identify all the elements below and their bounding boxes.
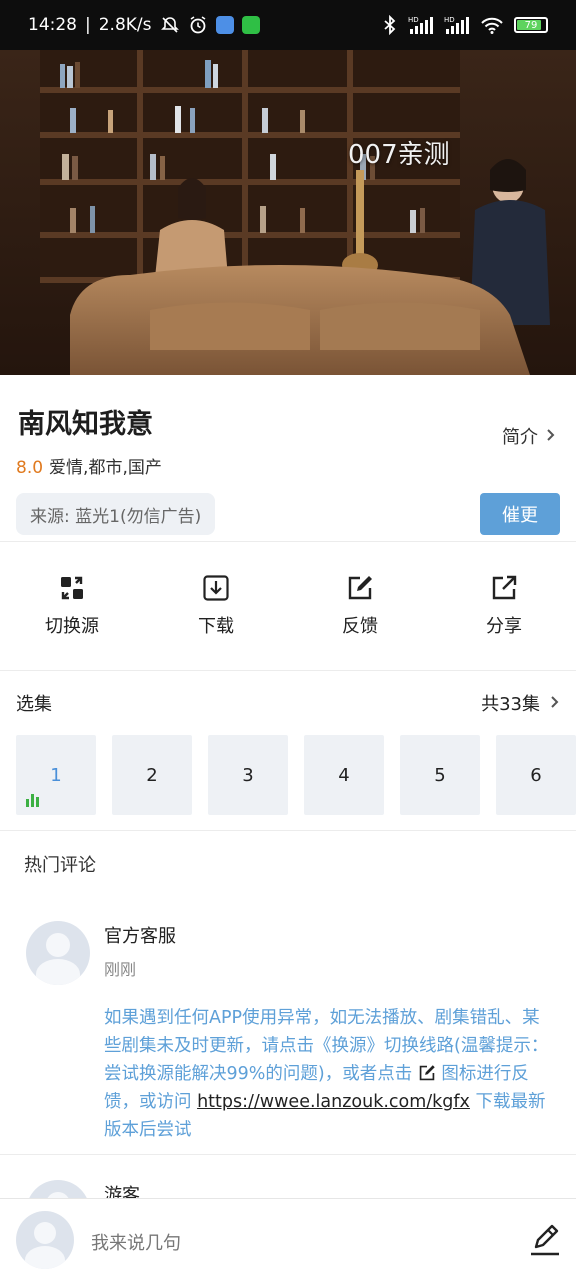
episode-button[interactable]: 2	[112, 735, 192, 815]
video-watermark: 007亲测	[348, 140, 450, 170]
comment-text: 如果遇到任何APP使用异常，如无法播放、剧集错乱、某些剧集未及时更新，请点击《换…	[104, 1004, 554, 1144]
comment-author[interactable]: 官方客服	[104, 922, 176, 948]
comment-input[interactable]: 我来说几句	[91, 1229, 181, 1255]
download-label: 下载	[198, 616, 234, 637]
episode-number: 4	[338, 764, 350, 786]
app-icon	[215, 16, 234, 34]
episodes-header: 选集 共33集	[16, 690, 560, 716]
network-speed: 2.8K/s	[98, 15, 152, 35]
video-frame	[0, 50, 576, 375]
feedback-button[interactable]: 反馈	[288, 560, 432, 660]
signal-hd-icon: HD	[444, 15, 470, 35]
comment-link[interactable]: https://wwee.lanzouk.com/kgfx	[197, 1092, 470, 1112]
divider	[0, 670, 576, 671]
episode-number: 2	[146, 764, 158, 786]
avatar-body	[36, 959, 80, 985]
source-chip[interactable]: 来源: 蓝光1(勿信广告)	[16, 493, 216, 535]
divider	[0, 1154, 576, 1155]
mute-icon	[160, 15, 180, 35]
episode-button[interactable]: 6	[496, 735, 576, 815]
comment-time: 刚刚	[104, 960, 137, 979]
status-time: 14:28	[28, 15, 77, 35]
switch-source-button[interactable]: 切换源	[0, 560, 144, 660]
avatar-head	[46, 933, 70, 957]
video-player[interactable]: 007亲测	[0, 50, 576, 375]
episode-button[interactable]: 5	[400, 735, 480, 815]
switch-source-icon	[61, 576, 83, 600]
avatar-body	[25, 1246, 65, 1269]
feedback-icon	[348, 576, 372, 600]
show-meta: 8.0 爱情,都市,国产	[16, 453, 162, 478]
comments-heading: 热门评论	[24, 855, 96, 876]
svg-text:HD: HD	[408, 16, 419, 24]
action-bar: 切换源 下载 反馈 分享	[0, 560, 576, 660]
chevron-right-icon	[546, 426, 556, 447]
switch-source-label: 切换源	[45, 616, 99, 637]
intro-label: 简介	[502, 427, 538, 448]
episode-number: 6	[530, 764, 542, 786]
episodes-heading: 选集	[16, 694, 52, 715]
playing-indicator-icon	[26, 794, 39, 807]
episode-list: 1 2 3 4 5 6	[16, 735, 576, 815]
feedback-icon	[419, 1065, 435, 1081]
episode-number: 3	[242, 764, 254, 786]
download-button[interactable]: 下载	[144, 560, 288, 660]
wifi-icon	[480, 15, 504, 35]
pen-icon[interactable]	[528, 1223, 562, 1257]
episode-number: 1	[50, 764, 62, 786]
status-bar: 14:28 | 2.8K/s HD HD 79	[0, 0, 576, 50]
show-title: 南风知我意	[18, 409, 153, 440]
signal-hd-icon: HD	[408, 15, 434, 35]
rating: 8.0	[16, 458, 44, 478]
share-button[interactable]: 分享	[432, 560, 576, 660]
episodes-count-link[interactable]: 共33集	[481, 690, 560, 716]
divider	[0, 830, 576, 831]
bluetooth-icon	[382, 15, 398, 35]
chevron-right-icon	[550, 693, 560, 714]
user-avatar[interactable]	[16, 1211, 74, 1269]
episode-button[interactable]: 1	[16, 735, 96, 815]
episode-button[interactable]: 3	[208, 735, 288, 815]
status-separator: |	[85, 15, 91, 35]
urge-label: 催更	[502, 505, 538, 526]
genres: 爱情,都市,国产	[49, 458, 162, 478]
alarm-icon	[188, 15, 208, 35]
share-icon	[492, 575, 517, 600]
feedback-label: 反馈	[342, 616, 378, 637]
episodes-count: 共33集	[481, 694, 540, 715]
episode-number: 5	[434, 764, 446, 786]
wechat-icon	[241, 16, 260, 34]
source-label: 来源: 蓝光1(勿信广告)	[30, 506, 202, 527]
avatar[interactable]	[26, 921, 90, 985]
episode-button[interactable]: 4	[304, 735, 384, 815]
avatar-head	[34, 1222, 56, 1244]
download-icon	[203, 575, 229, 601]
battery-icon: 79	[514, 17, 548, 33]
divider	[0, 541, 576, 542]
svg-text:HD: HD	[444, 16, 455, 24]
comment-input-bar: 我来说几句	[0, 1198, 576, 1280]
urge-update-button[interactable]: 催更	[480, 493, 560, 535]
intro-link[interactable]: 简介	[502, 423, 556, 449]
battery-level: 79	[524, 19, 538, 31]
share-label: 分享	[486, 616, 522, 637]
